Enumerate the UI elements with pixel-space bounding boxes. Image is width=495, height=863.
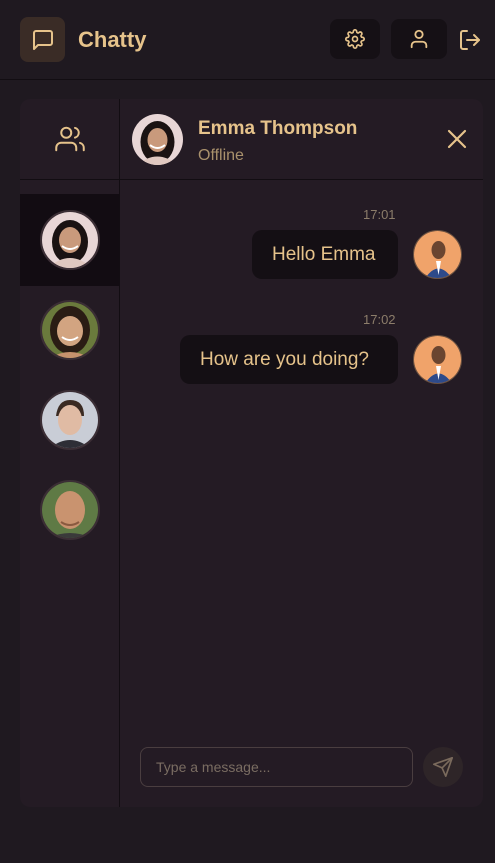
profile-button[interactable] bbox=[391, 19, 447, 59]
contact-status: Offline bbox=[198, 147, 244, 164]
user-icon bbox=[410, 29, 428, 49]
contact-item[interactable] bbox=[20, 374, 119, 466]
settings-button[interactable] bbox=[330, 19, 380, 59]
avatar bbox=[39, 480, 100, 540]
logout-icon bbox=[460, 30, 480, 50]
chat-panel: Emma Thompson Offline 17:01 Hello Emma 1… bbox=[20, 99, 483, 807]
contact-item-emma-thompson[interactable] bbox=[20, 194, 119, 286]
message-time: 17:02 bbox=[363, 312, 396, 327]
contacts-header bbox=[20, 99, 119, 180]
close-icon[interactable] bbox=[445, 127, 469, 151]
send-button[interactable] bbox=[423, 747, 463, 787]
logo-button[interactable] bbox=[20, 17, 65, 62]
gear-icon bbox=[345, 29, 365, 49]
message-bubble: How are you doing? bbox=[180, 335, 398, 384]
avatar bbox=[39, 210, 100, 270]
avatar bbox=[39, 390, 100, 450]
message-bubble: Hello Emma bbox=[252, 230, 398, 279]
message-square-icon bbox=[32, 29, 53, 50]
avatar bbox=[39, 300, 100, 360]
contacts-sidebar bbox=[20, 99, 120, 807]
message-time: 17:01 bbox=[363, 207, 396, 222]
message-input[interactable] bbox=[140, 747, 413, 787]
contact-avatar bbox=[132, 114, 183, 165]
contact-item[interactable] bbox=[20, 284, 119, 376]
users-icon[interactable] bbox=[54, 124, 85, 154]
app-title[interactable]: Chatty bbox=[78, 27, 146, 53]
send-icon bbox=[433, 757, 453, 777]
logout-button[interactable] bbox=[455, 24, 485, 56]
contact-name: Emma Thompson bbox=[198, 118, 358, 139]
navbar: Chatty bbox=[0, 0, 495, 80]
sender-avatar bbox=[413, 230, 462, 279]
sender-avatar bbox=[413, 335, 462, 384]
chat-header: Emma Thompson Offline bbox=[120, 99, 483, 180]
contact-item[interactable] bbox=[20, 464, 119, 556]
